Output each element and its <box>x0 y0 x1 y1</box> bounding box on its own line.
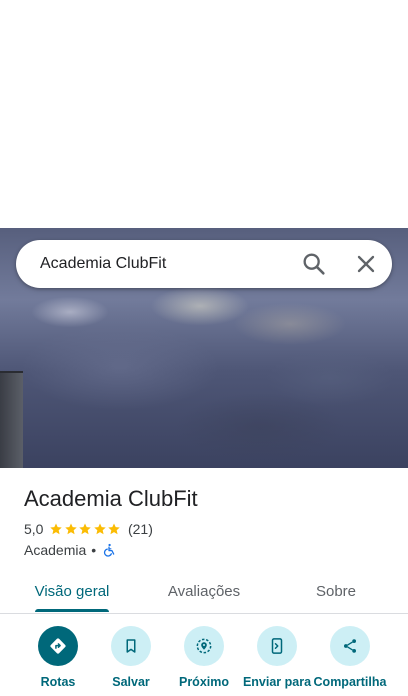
star-icon <box>94 523 106 535</box>
search-icon[interactable] <box>300 250 328 278</box>
rating-row[interactable]: 5,0 (21) <box>24 519 153 539</box>
action-bar: Rotas Salvar Próximo Enviar para Compart… <box>0 626 408 696</box>
wheelchair-accessible-icon <box>102 543 116 557</box>
active-tab-indicator <box>35 609 109 612</box>
nearby-label: Próximo <box>178 675 229 689</box>
star-icon <box>108 523 121 535</box>
send-to-phone-button[interactable]: Enviar para <box>237 626 317 696</box>
tab-overview[interactable]: Visão geral <box>22 570 122 612</box>
place-category: Academia <box>24 542 87 558</box>
tab-about[interactable]: Sobre <box>296 570 376 612</box>
star-rating <box>49 522 122 536</box>
close-icon[interactable] <box>352 250 380 278</box>
directions-label: Rotas <box>40 675 76 689</box>
search-input[interactable]: Academia ClubFit <box>40 254 166 274</box>
place-tabs: Visão geral Avaliações Sobre <box>0 570 408 614</box>
save-label: Salvar <box>112 675 150 689</box>
star-icon <box>50 523 63 535</box>
save-button[interactable]: Salvar <box>91 626 171 696</box>
directions-button[interactable]: Rotas <box>18 626 98 696</box>
tab-reviews[interactable]: Avaliações <box>154 570 254 612</box>
search-bar[interactable]: Academia ClubFit <box>16 240 392 288</box>
share-label: Compartilha <box>313 675 387 689</box>
rating-value: 5,0 <box>24 521 44 537</box>
place-title: Academia ClubFit <box>24 486 198 511</box>
share-icon <box>330 626 370 666</box>
directions-icon <box>38 626 78 666</box>
category-row: Academia • <box>24 540 116 560</box>
star-icon <box>79 523 92 535</box>
send-to-phone-label: Enviar para <box>242 675 312 689</box>
bookmark-icon <box>111 626 151 666</box>
separator-dot: • <box>91 542 97 558</box>
review-count[interactable]: (21) <box>128 521 153 537</box>
share-button[interactable]: Compartilha <box>310 626 390 696</box>
nearby-button[interactable]: Próximo <box>164 626 244 696</box>
photo-building-edge <box>0 371 23 468</box>
star-icon <box>65 523 77 535</box>
nearby-icon <box>184 626 224 666</box>
send-to-phone-icon <box>257 626 297 666</box>
